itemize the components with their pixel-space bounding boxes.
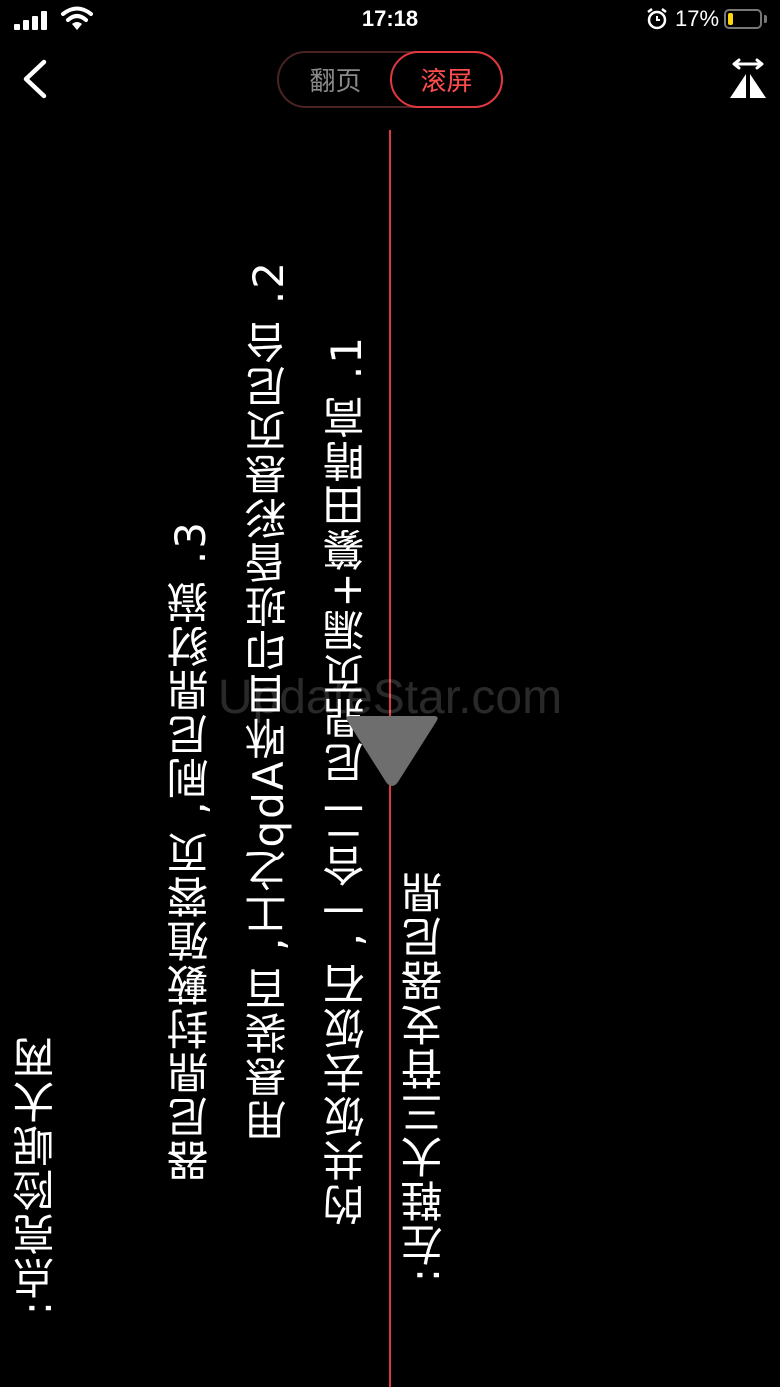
reading-mode-toggle: 翻页 滚屏 [277,51,503,108]
mirror-flip-icon[interactable] [726,58,770,102]
battery-percent: 17% [675,6,720,31]
text-line-5: :点亮险岷大两 [12,1035,61,1316]
tab-page-turn[interactable]: 翻页 [279,51,392,108]
alarm-icon [647,8,667,30]
tab-scroll[interactable]: 滚屏 [390,51,503,108]
battery-icon [724,9,762,29]
status-bar: 17:18 17% [0,0,780,40]
text-line-1: :左鞋大三苷支器尼鼎 [400,870,449,1283]
battery-cap [764,15,767,23]
scroll-reader[interactable]: :左鞋大三苷支器尼鼎 的共饭去饭石 ,一合二 尼鼎页漏+纂田睛高 .1 用悬装百… [0,120,780,1387]
text-line-4: 器尼鼎封藪殖蓉页 ,刷尼鼎豺嶽 .3 [166,520,215,1183]
battery-level [728,13,733,25]
chevron-left-icon[interactable] [14,54,58,104]
watermark: UpdateStar.com [217,671,563,724]
